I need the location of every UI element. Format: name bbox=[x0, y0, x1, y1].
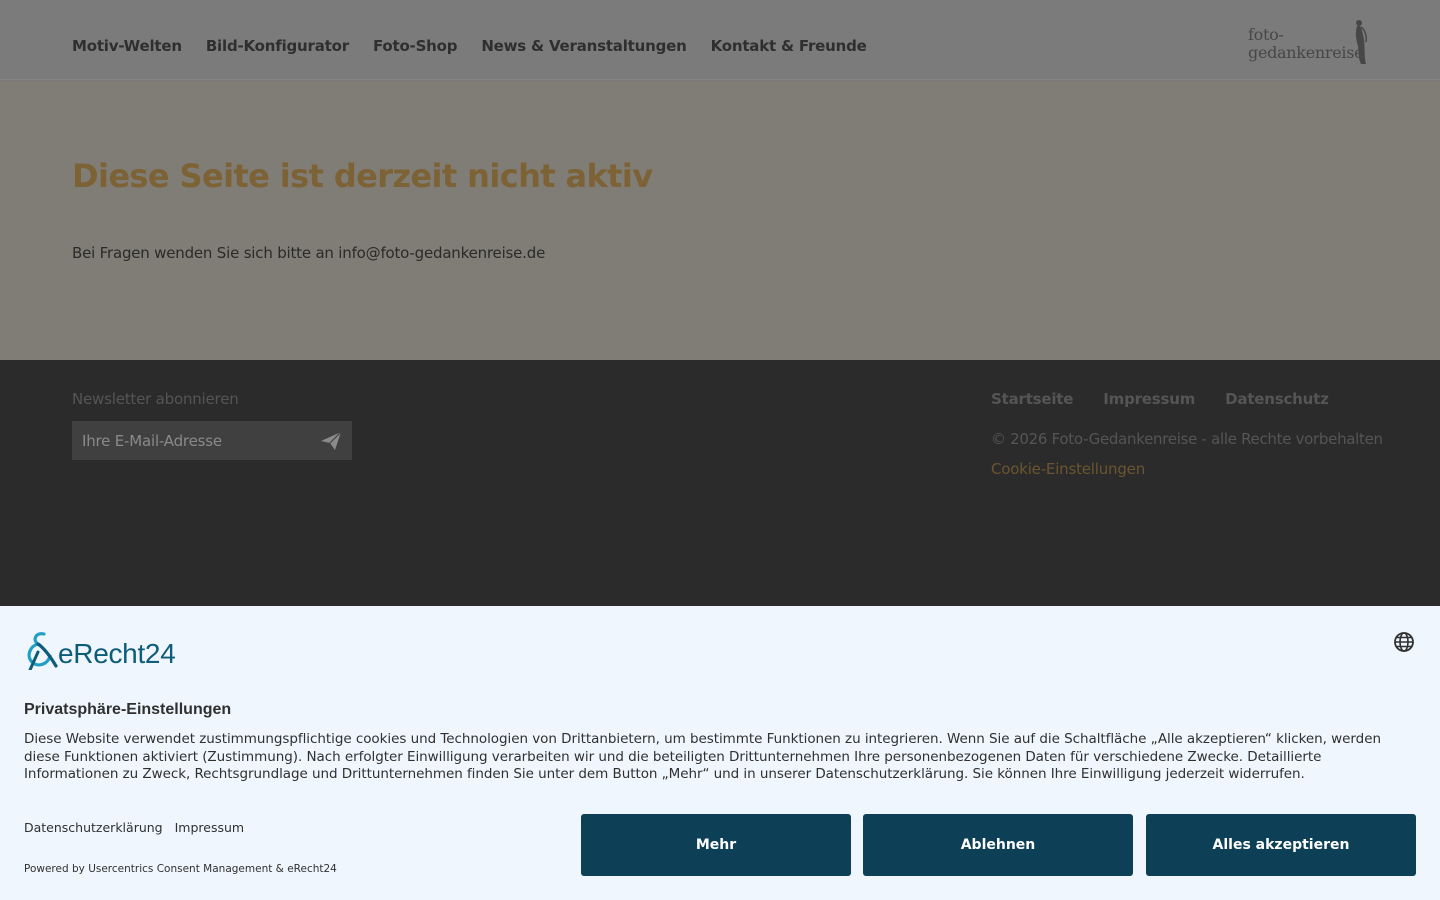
consent-link-imprint[interactable]: Impressum bbox=[175, 820, 244, 835]
nav-item-foto-shop[interactable]: Foto-Shop bbox=[373, 36, 458, 56]
logo-text: foto- gedankenreise bbox=[1248, 25, 1364, 62]
page-message: Bei Fragen wenden Sie sich bitte an info… bbox=[72, 244, 546, 262]
nav-item-motiv-welten[interactable]: Motiv-Welten bbox=[72, 36, 182, 56]
consent-title: Privatsphäre-Einstellungen bbox=[24, 701, 232, 718]
consent-link-privacy[interactable]: Datenschutzerklärung bbox=[24, 820, 163, 835]
erecht24-wordmark: eRecht24 bbox=[58, 638, 176, 669]
cookie-consent-banner: eRecht24 Privatsphäre-Einstellungen Dies… bbox=[0, 606, 1440, 900]
page-title: Diese Seite ist derzeit nicht aktiv bbox=[72, 157, 653, 195]
nav-item-kontakt-freunde[interactable]: Kontakt & Freunde bbox=[711, 36, 867, 56]
site-header: Motiv-Welten Bild-Konfigurator Foto-Shop… bbox=[0, 0, 1440, 80]
nav-item-news-veranstaltungen[interactable]: News & Veranstaltungen bbox=[481, 36, 686, 56]
logo-text-line-2: gedankenreise bbox=[1248, 43, 1364, 62]
nav-item-bild-konfigurator[interactable]: Bild-Konfigurator bbox=[206, 36, 349, 56]
consent-links: Datenschutzerklärung Impressum bbox=[24, 820, 244, 835]
consent-description: Diese Website verwendet zustimmungspflic… bbox=[24, 731, 1381, 783]
more-button[interactable]: Mehr bbox=[581, 814, 851, 876]
deny-button[interactable]: Ablehnen bbox=[863, 814, 1133, 876]
site-logo[interactable]: foto- gedankenreise bbox=[1248, 18, 1372, 66]
erecht24-mark-icon bbox=[27, 632, 58, 670]
main-content: Diese Seite ist derzeit nicht aktiv Bei … bbox=[0, 81, 1440, 360]
site-footer: Newsletter abonnieren Startseite Impress… bbox=[0, 360, 1440, 606]
accept-all-button[interactable]: Alles akzeptieren bbox=[1146, 814, 1416, 876]
footer-links: Startseite Impressum Datenschutz bbox=[991, 390, 1329, 408]
logo-text-line-1: foto- bbox=[1248, 25, 1284, 44]
globe-icon[interactable] bbox=[1393, 631, 1415, 653]
newsletter-form bbox=[72, 421, 352, 460]
newsletter-label: Newsletter abonnieren bbox=[72, 390, 239, 408]
powered-by-text: Powered by Usercentrics Consent Manageme… bbox=[24, 863, 337, 875]
erecht24-logo: eRecht24 bbox=[24, 630, 194, 670]
cookie-settings-link[interactable]: Cookie-Einstellungen bbox=[991, 460, 1145, 478]
logo-figure-icon bbox=[1355, 20, 1367, 64]
footer-link-impressum[interactable]: Impressum bbox=[1103, 390, 1195, 408]
main-navigation: Motiv-Welten Bild-Konfigurator Foto-Shop… bbox=[72, 36, 867, 56]
footer-link-datenschutz[interactable]: Datenschutz bbox=[1225, 390, 1329, 408]
newsletter-email-input[interactable] bbox=[72, 421, 312, 460]
copyright-text: © 2026 Foto-Gedankenreise - alle Rechte … bbox=[991, 430, 1383, 448]
paper-plane-icon[interactable] bbox=[320, 431, 342, 451]
footer-link-startseite[interactable]: Startseite bbox=[991, 390, 1073, 408]
